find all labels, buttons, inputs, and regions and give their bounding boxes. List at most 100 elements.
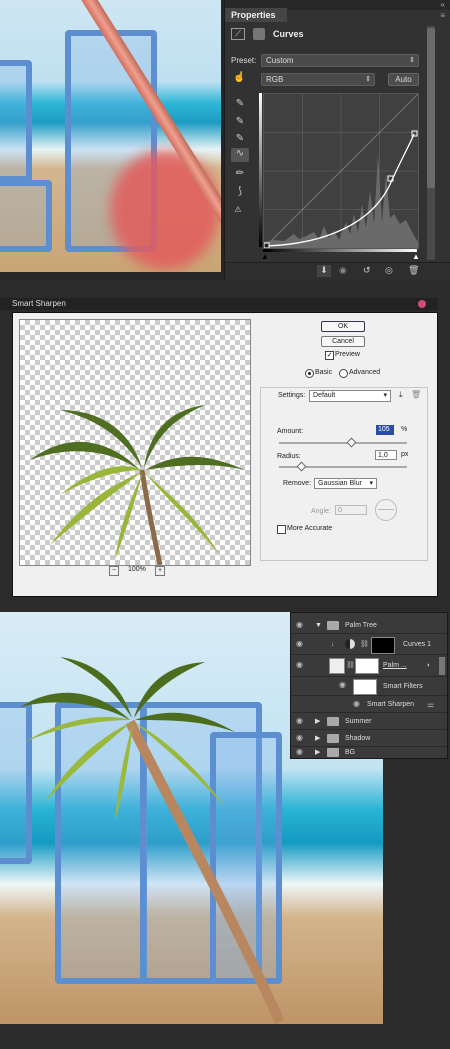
mask-icon[interactable] (253, 28, 265, 40)
radius-unit: px (401, 451, 409, 458)
curve-point[interactable] (411, 130, 418, 137)
pencil-draw-icon[interactable]: ✏ (234, 168, 246, 180)
filter-mask-thumbnail[interactable] (353, 679, 377, 695)
ok-button[interactable]: OK (321, 321, 365, 332)
preview-checkbox[interactable]: ✓ (325, 351, 334, 360)
delete-preset-icon[interactable]: 🗑 (411, 390, 421, 399)
remove-value: Gaussian Blur (318, 480, 362, 487)
auto-button[interactable]: Auto (388, 73, 419, 86)
layer-row-palm-smart-object[interactable]: ◉ ⛓ Palm ... ◐ (291, 655, 447, 677)
collapse-icon[interactable]: « (441, 0, 445, 9)
curves-adjustment-icon[interactable]: ⟋ (231, 28, 245, 40)
visibility-eye-icon[interactable]: ◉ (353, 700, 363, 708)
black-input-slider[interactable]: ▲ (261, 252, 269, 261)
delete-trash-icon[interactable]: 🗑 (408, 265, 419, 276)
visibility-eye-icon[interactable]: ◉ (296, 661, 306, 669)
properties-footer: ⬇ ◉ ↺ ◎ 🗑 (225, 262, 450, 281)
visibility-eye-icon[interactable]: ◉ (296, 640, 306, 648)
angle-input: 0 (335, 505, 367, 515)
preset-dropdown[interactable]: Custom ⇕ (261, 54, 419, 67)
layer-row-bg[interactable]: ◉ ▶ BG (291, 747, 447, 758)
properties-panel: « ≡ Properties ⟋ Curves Preset: Custom ⇕… (224, 0, 450, 281)
preset-value: Custom (266, 56, 294, 65)
dropdown-arrow-icon: ▾ (383, 392, 387, 399)
clipping-warning-icon[interactable]: ⚠ (232, 204, 244, 216)
layer-row-shadow[interactable]: ◉ ▶ Shadow (291, 730, 447, 747)
advanced-radio[interactable] (339, 369, 348, 378)
dropdown-arrow-icon: ⇕ (365, 76, 371, 83)
panel-menu-icon[interactable]: ≡ (440, 11, 445, 20)
basic-radio[interactable] (305, 369, 314, 378)
filter-preview[interactable] (19, 319, 251, 566)
remove-label: Remove: (283, 480, 312, 487)
layer-row-palm-tree[interactable]: ◉ ▼ Palm Tree (291, 617, 447, 634)
smart-sharpen-dialog: − 100% + OK Cancel ✓ Preview Basic Advan… (12, 312, 438, 597)
mask-thumbnail[interactable] (371, 637, 395, 654)
cancel-button[interactable]: Cancel (321, 336, 365, 347)
layers-panel: ◉ ▼ Palm Tree ◉ ↓ ⛓ Curves 1 ◉ ⛓ Palm ..… (290, 612, 448, 759)
layer-row-smart-filters[interactable]: ◉ Smart Filters (291, 677, 447, 696)
dialog-title-bar: Smart Sharpen (0, 298, 438, 310)
layer-row-summer[interactable]: ◉ ▶ Summer (291, 713, 447, 730)
black-point-eyedropper-icon[interactable]: ✎ (234, 98, 246, 110)
palm-preview-image (30, 405, 245, 565)
clipping-arrow-icon: ↓ (331, 641, 335, 648)
radius-input[interactable]: 1,0 (375, 450, 397, 460)
folder-icon (327, 621, 339, 630)
remove-dropdown[interactable]: Gaussian Blur ▾ (314, 478, 377, 489)
visibility-eye-icon[interactable]: ◉ (296, 717, 306, 725)
visibility-eye-icon[interactable]: ◎ (385, 265, 393, 276)
expand-arrow-icon[interactable]: ▶ (315, 713, 320, 730)
scrollbar-thumb[interactable] (427, 28, 435, 188)
radius-label: Radius: (277, 453, 301, 460)
save-preset-icon[interactable]: ⤓ (399, 390, 403, 400)
red-mask-blob (110, 150, 220, 270)
white-point-eyedropper-icon[interactable]: ✎ (234, 133, 246, 145)
visibility-eye-icon[interactable]: ◉ (339, 681, 349, 689)
mask-thumbnail[interactable] (355, 658, 379, 674)
curves-graph[interactable] (263, 93, 419, 249)
settings-dropdown[interactable]: Default ▾ (309, 390, 391, 402)
view-previous-state-icon[interactable]: ◉ (339, 265, 347, 276)
letter-shape (0, 180, 52, 252)
edit-points-curve-icon[interactable]: ∿ (231, 148, 249, 162)
angle-dial-icon (375, 499, 397, 521)
layers-scrollbar[interactable] (439, 657, 445, 675)
clip-to-layer-icon[interactable]: ⬇ (317, 265, 331, 277)
advanced-label: Advanced (349, 369, 381, 376)
close-icon[interactable] (418, 300, 426, 308)
channel-dropdown[interactable]: RGB ⇕ (261, 73, 375, 86)
letter-shape (0, 60, 32, 182)
visibility-eye-icon[interactable]: ◉ (296, 748, 306, 756)
more-accurate-checkbox[interactable] (277, 525, 286, 534)
channel-value: RGB (266, 75, 284, 84)
smart-object-badge-icon: ◐ (427, 662, 432, 669)
more-accurate-label: More Accurate (287, 525, 333, 532)
visibility-eye-icon[interactable]: ◉ (296, 621, 306, 629)
amount-input[interactable]: 105 (376, 425, 394, 435)
visibility-eye-icon[interactable]: ◉ (296, 734, 306, 742)
expand-arrow-icon[interactable]: ▶ (315, 747, 320, 758)
expand-arrow-icon[interactable]: ▶ (315, 730, 320, 747)
curves-section: « ≡ Properties ⟋ Curves Preset: Custom ⇕… (0, 0, 450, 281)
vertical-scrollbar[interactable] (427, 26, 435, 260)
amount-unit: % (401, 426, 408, 433)
zoom-out-button[interactable]: − (109, 566, 119, 576)
on-image-adjust-icon[interactable]: ☝ (233, 72, 245, 83)
amount-slider-track[interactable] (279, 442, 407, 444)
layer-row-curves[interactable]: ◉ ↓ ⛓ Curves 1 (291, 634, 447, 655)
expand-arrow-icon[interactable]: ▼ (315, 617, 322, 634)
reset-icon[interactable]: ↺ (363, 265, 371, 276)
tab-properties[interactable]: Properties (225, 8, 287, 22)
layer-row-smart-sharpen[interactable]: ◉ Smart Sharpen ⚌ (291, 696, 447, 713)
dropdown-arrow-icon: ▾ (369, 480, 373, 487)
layer-name: Shadow (345, 735, 371, 742)
filter-options-icon[interactable]: ⚌ (427, 696, 434, 713)
zoom-in-button[interactable]: + (155, 566, 165, 576)
curve-point[interactable] (263, 242, 270, 249)
layer-thumbnail[interactable] (329, 658, 345, 674)
white-input-slider[interactable]: ▲ (412, 252, 420, 261)
gray-point-eyedropper-icon[interactable]: ✎ (234, 116, 246, 128)
layer-name: Summer (345, 718, 372, 725)
smooth-curve-icon[interactable]: ⟆ (234, 186, 246, 198)
